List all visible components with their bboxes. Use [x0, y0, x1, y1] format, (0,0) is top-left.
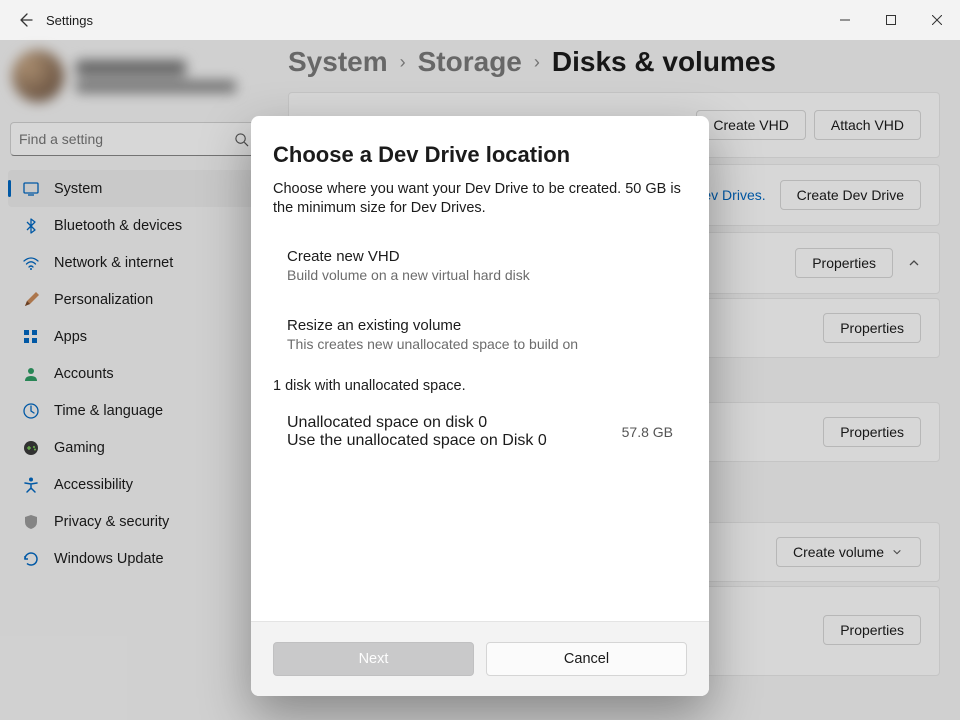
- option-title: Resize an existing volume: [287, 317, 673, 334]
- dev-drive-location-dialog: Choose a Dev Drive location Choose where…: [251, 116, 709, 696]
- option-subtitle: This creates new unallocated space to bu…: [287, 336, 673, 352]
- close-button[interactable]: [914, 0, 960, 40]
- option-resize-volume[interactable]: Resize an existing volume This creates n…: [273, 309, 687, 360]
- disk-option-subtitle: Use the unallocated space on Disk 0: [287, 432, 622, 450]
- maximize-icon: [886, 15, 896, 25]
- window-title: Settings: [46, 13, 93, 28]
- dialog-description: Choose where you want your Dev Drive to …: [273, 180, 687, 218]
- disk-option-size: 57.8 GB: [622, 424, 673, 440]
- cancel-button[interactable]: Cancel: [486, 642, 687, 676]
- option-subtitle: Build volume on a new virtual hard disk: [287, 267, 673, 283]
- back-arrow-icon: [17, 12, 33, 28]
- disk-option-title: Unallocated space on disk 0: [287, 414, 622, 432]
- unallocated-section-label: 1 disk with unallocated space.: [273, 378, 687, 394]
- minimize-icon: [840, 15, 850, 25]
- next-button[interactable]: Next: [273, 642, 474, 676]
- option-create-new-vhd[interactable]: Create new VHD Build volume on a new vir…: [273, 240, 687, 291]
- option-title: Create new VHD: [287, 248, 673, 265]
- back-button[interactable]: [8, 3, 42, 37]
- maximize-button[interactable]: [868, 0, 914, 40]
- dialog-title: Choose a Dev Drive location: [273, 142, 687, 168]
- option-unallocated-disk0[interactable]: Unallocated space on disk 0 Use the unal…: [273, 406, 687, 458]
- close-icon: [932, 15, 942, 25]
- minimize-button[interactable]: [822, 0, 868, 40]
- modal-overlay: Choose a Dev Drive location Choose where…: [0, 40, 960, 720]
